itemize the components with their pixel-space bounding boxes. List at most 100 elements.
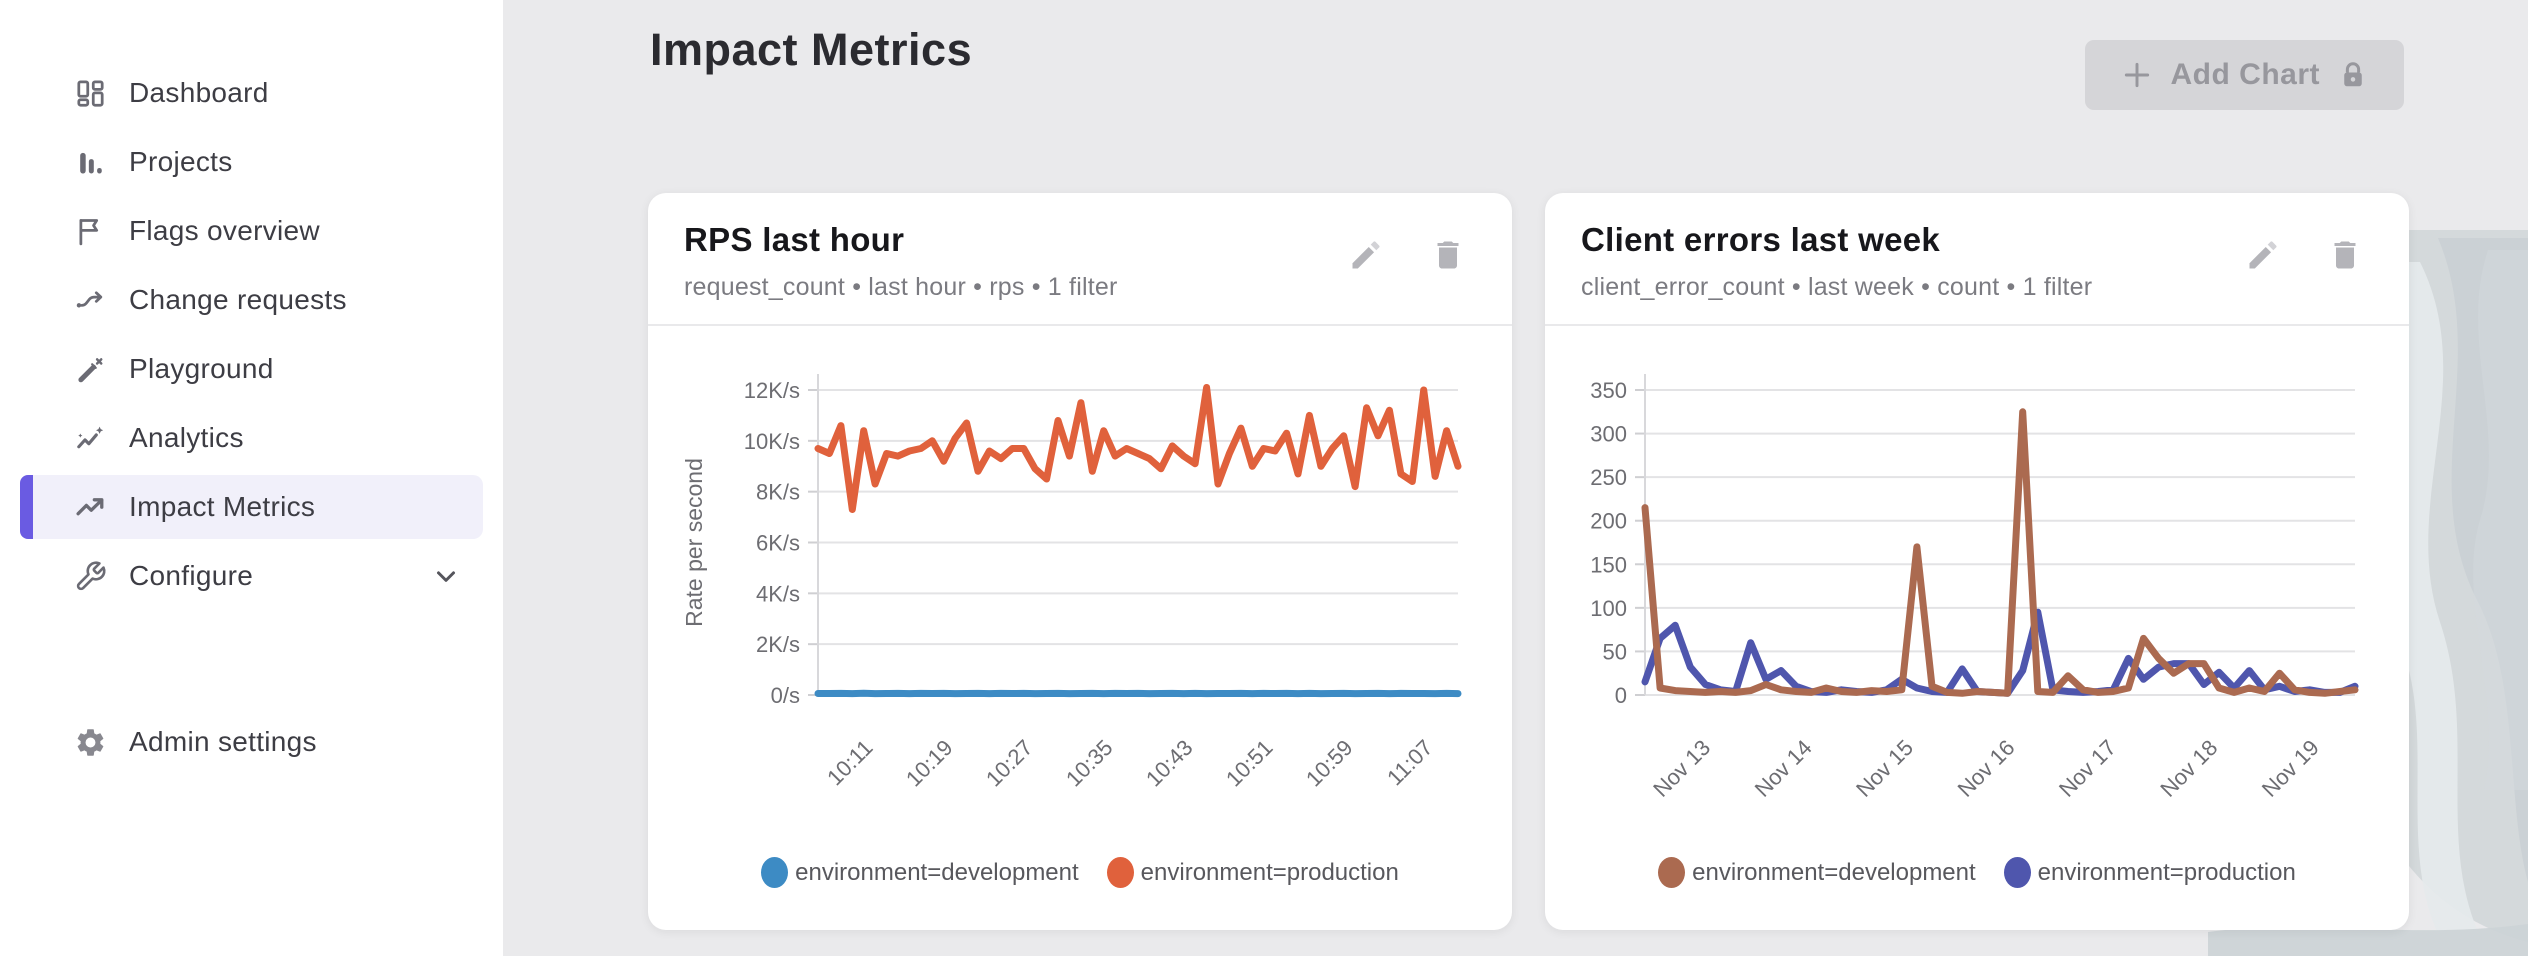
card-actions (2245, 221, 2373, 273)
flag-icon (74, 215, 107, 248)
sidebar-item-label: Change requests (129, 284, 347, 316)
trash-icon (1430, 237, 1466, 273)
sidebar-item-analytics[interactable]: Analytics (20, 406, 483, 470)
plus-icon (2121, 59, 2153, 91)
sidebar-item-flags-overview[interactable]: Flags overview (20, 199, 483, 263)
svg-text:300: 300 (1590, 421, 1627, 446)
charts-grid: RPS last hour request_count • last hour … (648, 193, 2409, 930)
svg-text:11:07: 11:07 (1382, 734, 1437, 789)
legend-dot (1107, 857, 1134, 888)
chart-title: Client errors last week (1581, 221, 2092, 259)
svg-text:6K/s: 6K/s (756, 530, 800, 555)
add-chart-button[interactable]: Add Chart (2085, 40, 2405, 110)
svg-text:Nov 14: Nov 14 (1750, 734, 1817, 799)
legend-item: environment=production (1107, 857, 1399, 888)
sidebar-item-impact-metrics[interactable]: Impact Metrics (20, 475, 483, 539)
dashboard-icon (74, 77, 107, 110)
client-errors-line-chart: 050100150200250300350Nov 13Nov 14Nov 15N… (1555, 330, 2399, 800)
chevron-down-icon (431, 561, 461, 591)
card-actions (1348, 221, 1476, 273)
svg-text:Nov 15: Nov 15 (1851, 734, 1918, 799)
sidebar-item-configure[interactable]: Configure (20, 544, 483, 608)
svg-text:10:19: 10:19 (901, 734, 958, 791)
svg-text:Nov 16: Nov 16 (1953, 734, 2020, 799)
chart-area: 050100150200250300350Nov 13Nov 14Nov 15N… (1545, 326, 2409, 800)
pencil-icon (1348, 237, 1384, 273)
change-requests-icon (74, 284, 107, 317)
legend-item: environment=development (1658, 857, 1976, 888)
sidebar-item-label: Flags overview (129, 215, 320, 247)
svg-text:50: 50 (1603, 639, 1627, 664)
svg-text:200: 200 (1590, 508, 1627, 533)
legend-item: environment=development (761, 857, 1079, 888)
rps-line-chart: 0/s 2K/s 4K/s 6K/s 8K/s 10K/s 12K/s 10:11 10:19 1… (658, 330, 1502, 800)
svg-text:4K/s: 4K/s (756, 581, 800, 606)
edit-chart-button[interactable] (1348, 237, 1384, 273)
chart-legend: environment=development environment=prod… (648, 857, 1512, 888)
chart-title: RPS last hour (684, 221, 1117, 259)
svg-text:Nov 13: Nov 13 (1648, 734, 1715, 799)
gear-icon (74, 726, 107, 759)
sidebar-item-label: Analytics (129, 422, 244, 454)
sidebar-item-label: Impact Metrics (129, 491, 315, 523)
add-chart-label: Add Chart (2171, 58, 2321, 92)
legend-label: environment=development (795, 859, 1079, 887)
sidebar-item-playground[interactable]: Playground (20, 337, 483, 401)
sidebar: Dashboard Projects Flags overview (0, 0, 503, 956)
sidebar-item-label: Configure (129, 560, 253, 592)
chart-subtitle: request_count • last hour • rps • 1 filt… (684, 271, 1117, 304)
sidebar-spacer (0, 613, 503, 705)
sidebar-item-dashboard[interactable]: Dashboard (20, 61, 483, 125)
svg-text:10:43: 10:43 (1141, 734, 1198, 791)
card-header: RPS last hour request_count • last hour … (648, 193, 1512, 326)
trending-up-icon (74, 491, 107, 524)
svg-text:8K/s: 8K/s (756, 479, 800, 504)
chart-subtitle: client_error_count • last week • count •… (1581, 271, 2092, 304)
legend-dot (2004, 857, 2031, 888)
sidebar-item-label: Dashboard (129, 77, 269, 109)
wand-icon (74, 353, 107, 386)
edit-chart-button[interactable] (2245, 237, 2281, 273)
svg-text:Rate per second: Rate per second (681, 458, 707, 627)
svg-text:10:51: 10:51 (1221, 734, 1278, 791)
svg-text:250: 250 (1590, 465, 1627, 490)
legend-item: environment=production (2004, 857, 2296, 888)
sidebar-item-label: Playground (129, 353, 274, 385)
svg-text:0/s: 0/s (771, 683, 800, 708)
svg-text:10:11: 10:11 (822, 734, 877, 789)
svg-text:0: 0 (1615, 683, 1627, 708)
chart-card-rps: RPS last hour request_count • last hour … (648, 193, 1512, 930)
sidebar-nav: Dashboard Projects Flags overview (0, 61, 503, 774)
active-indicator (20, 475, 33, 539)
projects-icon (74, 146, 107, 179)
sidebar-item-admin-settings[interactable]: Admin settings (20, 710, 483, 774)
card-header: Client errors last week client_error_cou… (1545, 193, 2409, 326)
analytics-icon (74, 422, 107, 455)
sidebar-item-change-requests[interactable]: Change requests (20, 268, 483, 332)
svg-text:150: 150 (1590, 552, 1627, 577)
svg-text:Nov 17: Nov 17 (2054, 734, 2121, 799)
svg-text:10:35: 10:35 (1061, 734, 1118, 791)
svg-text:10K/s: 10K/s (744, 428, 800, 453)
svg-text:2K/s: 2K/s (756, 632, 800, 657)
legend-label: environment=production (2038, 859, 2296, 887)
sidebar-item-label: Admin settings (129, 726, 317, 758)
svg-text:12K/s: 12K/s (744, 378, 800, 403)
sidebar-item-label: Projects (129, 146, 233, 178)
delete-chart-button[interactable] (2327, 237, 2363, 273)
page-title: Impact Metrics (650, 24, 972, 76)
legend-dot (761, 857, 788, 888)
trash-icon (2327, 237, 2363, 273)
legend-label: environment=development (1692, 859, 1976, 887)
pencil-icon (2245, 237, 2281, 273)
wrench-icon (74, 560, 107, 593)
main-content: Impact Metrics Add Chart RPS last hour r… (503, 0, 2528, 956)
svg-text:100: 100 (1590, 595, 1627, 620)
chart-legend: environment=development environment=prod… (1545, 857, 2409, 888)
delete-chart-button[interactable] (1430, 237, 1466, 273)
svg-text:Nov 18: Nov 18 (2155, 734, 2222, 799)
svg-text:10:59: 10:59 (1301, 734, 1358, 791)
legend-dot (1658, 857, 1685, 888)
legend-label: environment=production (1141, 859, 1399, 887)
sidebar-item-projects[interactable]: Projects (20, 130, 483, 194)
